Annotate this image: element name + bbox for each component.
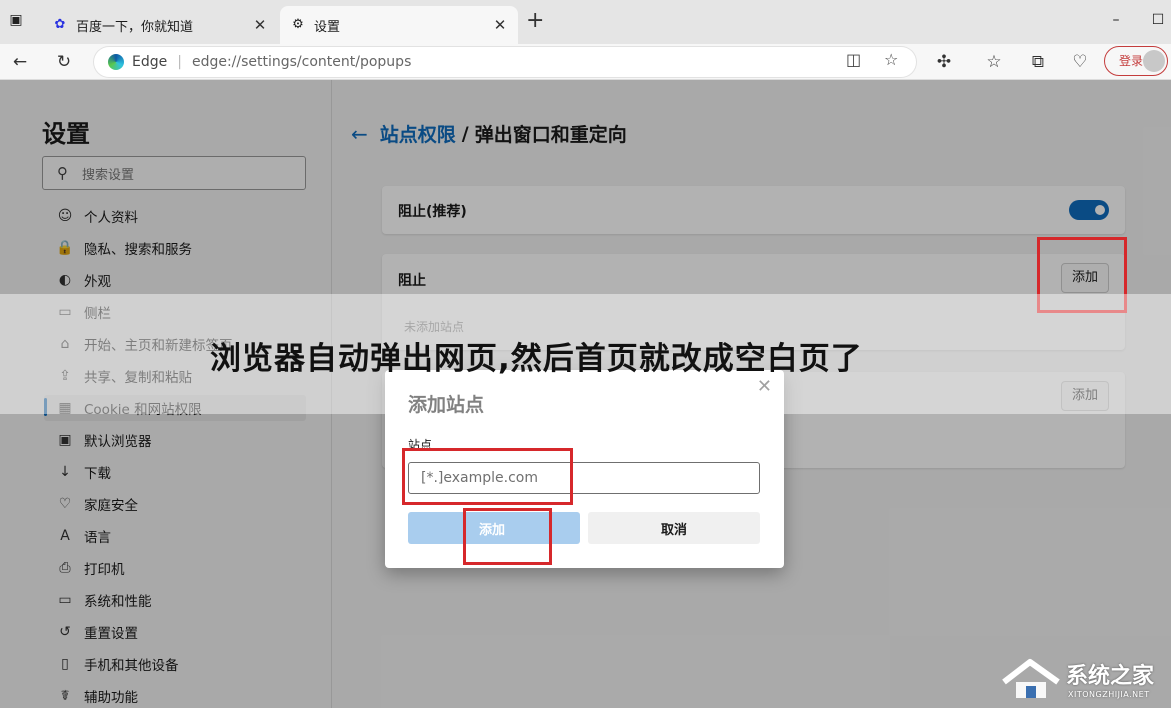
back-arrow-icon[interactable]: ←	[8, 50, 32, 74]
add-favorite-icon[interactable]: ☆	[884, 50, 898, 69]
annotation-box-dialog-add	[463, 508, 552, 565]
browser-essentials-icon[interactable]: ♡	[1068, 50, 1092, 74]
address-bar[interactable]: Edge | edge://settings/content/popups	[94, 47, 916, 77]
watermark-name: 系统之家	[1066, 664, 1155, 689]
reader-view-icon[interactable]: ◫	[846, 50, 861, 69]
site-label: Edge	[132, 54, 168, 70]
watermark: 系统之家 XITONGZHIJIA.NET	[996, 652, 1171, 708]
extensions-icon[interactable]: ✣	[932, 50, 956, 74]
navigation-toolbar: ← ↻ Edge | edge://settings/content/popup…	[0, 44, 1171, 80]
login-label: 登录	[1119, 54, 1144, 68]
address-separator: |	[177, 54, 182, 70]
caption-text: 浏览器自动弹出网页,然后首页就改成空白页了	[210, 341, 863, 377]
collections-icon[interactable]: ⧉	[1026, 50, 1050, 74]
close-tab-icon[interactable]: ✕	[492, 16, 508, 34]
tab-baidu[interactable]: ✿ 百度一下，你就知道 ✕	[42, 6, 278, 44]
dialog-cancel-button[interactable]: 取消	[588, 512, 760, 544]
tab-title: 百度一下，你就知道	[76, 19, 194, 35]
avatar	[1143, 50, 1165, 72]
gear-icon: ⚙	[292, 17, 304, 32]
annotation-box-input	[402, 448, 573, 505]
edge-logo-icon	[108, 54, 124, 70]
tab-title: 设置	[314, 19, 341, 35]
new-tab-plus-icon[interactable]: +	[526, 10, 544, 32]
baidu-paw-icon: ✿	[54, 17, 66, 32]
minimize-button[interactable]: –	[1106, 10, 1126, 30]
login-button[interactable]: 登录	[1104, 46, 1168, 76]
watermark-house-icon	[1002, 659, 1060, 698]
favorites-icon[interactable]: ☆	[982, 50, 1006, 74]
refresh-icon[interactable]: ↻	[52, 50, 76, 74]
watermark-domain: XITONGZHIJIA.NET	[1068, 690, 1150, 699]
maximize-button[interactable]: ☐	[1148, 10, 1168, 30]
tab-actions-icon[interactable]: ▣	[6, 10, 26, 30]
close-tab-icon[interactable]: ✕	[252, 16, 268, 34]
tab-strip: ▣ ✿ 百度一下，你就知道 ✕ ⚙ 设置 ✕ + – ☐	[0, 0, 1171, 44]
url-text[interactable]: edge://settings/content/popups	[192, 54, 411, 70]
tab-settings[interactable]: ⚙ 设置 ✕	[280, 6, 518, 44]
